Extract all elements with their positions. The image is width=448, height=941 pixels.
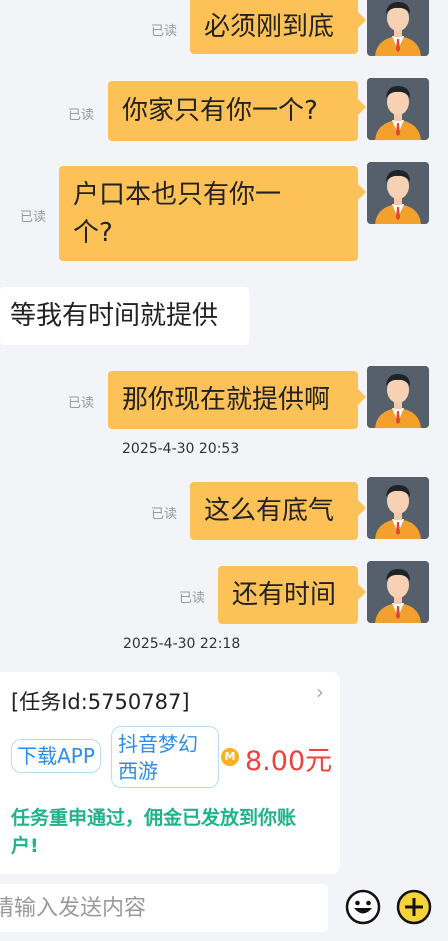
message-text: 等我有时间就提供 — [10, 301, 219, 331]
tag-game-name: 抖音梦幻 西游 — [111, 726, 219, 788]
avatar[interactable] — [367, 162, 429, 224]
message-input-container — [0, 884, 328, 932]
coin-icon: M — [221, 748, 239, 766]
task-status-line: 任务重申通过，佣金已发放到你账 — [11, 807, 297, 829]
message-timestamp: 2025-4-30 22:18 — [123, 636, 241, 652]
message-input[interactable] — [0, 884, 312, 932]
my-message-bubble[interactable]: 那你现在就提供啊 — [108, 371, 366, 429]
my-message-bubble[interactable]: 必须刚到底 — [190, 0, 366, 54]
message-text: 必须刚到底 — [204, 12, 335, 42]
avatar[interactable] — [367, 0, 429, 56]
other-message-bubble[interactable]: 等我有时间就提供 — [0, 287, 249, 345]
my-message-bubble[interactable]: 还有时间 — [218, 566, 366, 624]
task-status-line: 户! — [11, 835, 39, 857]
my-message-bubble[interactable]: 户口本也只有你一 个? — [59, 166, 366, 261]
emoji-icon[interactable] — [345, 889, 381, 925]
avatar[interactable] — [367, 561, 429, 623]
tag-label-line: 西游 — [118, 759, 158, 783]
read-status: 已读 — [20, 210, 47, 225]
plus-icon[interactable] — [396, 889, 432, 925]
message-text: 还有时间 — [232, 580, 337, 610]
message-text-line: 户口本也只有你一 — [73, 180, 282, 210]
read-status: 已读 — [68, 396, 95, 411]
read-status: 已读 — [179, 591, 206, 606]
task-status-text: 任务重申通过，佣金已发放到你账 户! — [11, 804, 331, 860]
avatar[interactable] — [367, 78, 429, 140]
read-status: 已读 — [68, 108, 95, 123]
message-text-line: 个? — [73, 218, 113, 248]
tag-download-app: 下载APP — [11, 739, 101, 773]
my-message-bubble[interactable]: 这么有底气 — [190, 482, 366, 540]
tag-label-line: 抖音梦幻 — [118, 732, 198, 756]
avatar[interactable] — [367, 477, 429, 539]
read-status: 已读 — [151, 24, 178, 39]
message-timestamp: 2025-4-30 20:53 — [122, 441, 240, 457]
avatar[interactable] — [367, 366, 429, 428]
reward-amount: 8.00元 — [245, 746, 333, 777]
tag-label: 下载APP — [17, 744, 95, 768]
message-text: 你家只有你一个? — [122, 96, 318, 126]
read-status: 已读 — [151, 507, 178, 522]
message-text: 这么有底气 — [204, 496, 335, 526]
my-message-bubble[interactable]: 你家只有你一个? — [108, 81, 366, 141]
task-id: [任务Id:5750787] — [11, 690, 190, 714]
chevron-right-icon[interactable]: › — [316, 680, 324, 704]
message-text: 那你现在就提供啊 — [122, 385, 331, 415]
